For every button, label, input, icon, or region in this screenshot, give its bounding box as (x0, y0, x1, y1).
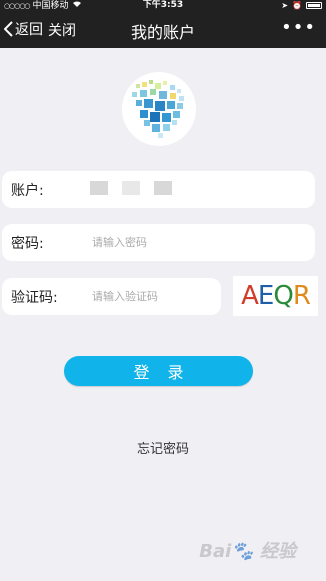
account-value-masked (90, 181, 172, 195)
watermark-logo: Bai🐾 经验 (199, 541, 296, 562)
password-field[interactable]: 密码: (2, 224, 315, 261)
password-label: 密码: (11, 236, 44, 252)
account-field[interactable]: 账户: (2, 171, 315, 208)
page-title: 我的账户 (130, 23, 195, 42)
captcha-input[interactable] (92, 285, 217, 307)
captcha-char: A (241, 281, 259, 311)
password-input[interactable] (92, 231, 292, 253)
mask-block (122, 181, 140, 195)
account-label: 账户: (11, 183, 44, 199)
captcha-image-text: AEQR (241, 281, 311, 311)
location-icon: ➤ (281, 1, 289, 10)
captcha-label: 验证码: (11, 290, 58, 306)
captcha-field[interactable]: 验证码: (2, 278, 221, 315)
captcha-char: Q (273, 281, 293, 311)
alarm-icon: ⏰ (292, 1, 302, 10)
logo-mosaic-icon (132, 80, 184, 138)
forgot-password-link[interactable]: 忘记密码 (0, 438, 326, 457)
battery-icon (306, 2, 322, 9)
captcha-char: R (292, 281, 311, 311)
mask-block (90, 181, 108, 195)
captcha-image[interactable]: AEQR (233, 276, 318, 316)
login-button[interactable]: 登录 (64, 356, 253, 386)
app-logo (122, 72, 196, 146)
captcha-char: E (257, 281, 274, 311)
more-button[interactable]: ••• (281, 17, 316, 38)
login-screen: ○○○○○ 中国移动 下午3:53 ➤ ⏰ 返回 关闭 我的账户 ••• 账户:… (0, 0, 326, 581)
status-right: ➤ ⏰ (281, 0, 322, 11)
status-time: 下午3:53 (142, 0, 184, 10)
nav-bar: 返回 关闭 我的账户 ••• (0, 11, 326, 48)
mask-block (154, 181, 172, 195)
status-bar: ○○○○○ 中国移动 下午3:53 ➤ ⏰ (0, 0, 326, 11)
